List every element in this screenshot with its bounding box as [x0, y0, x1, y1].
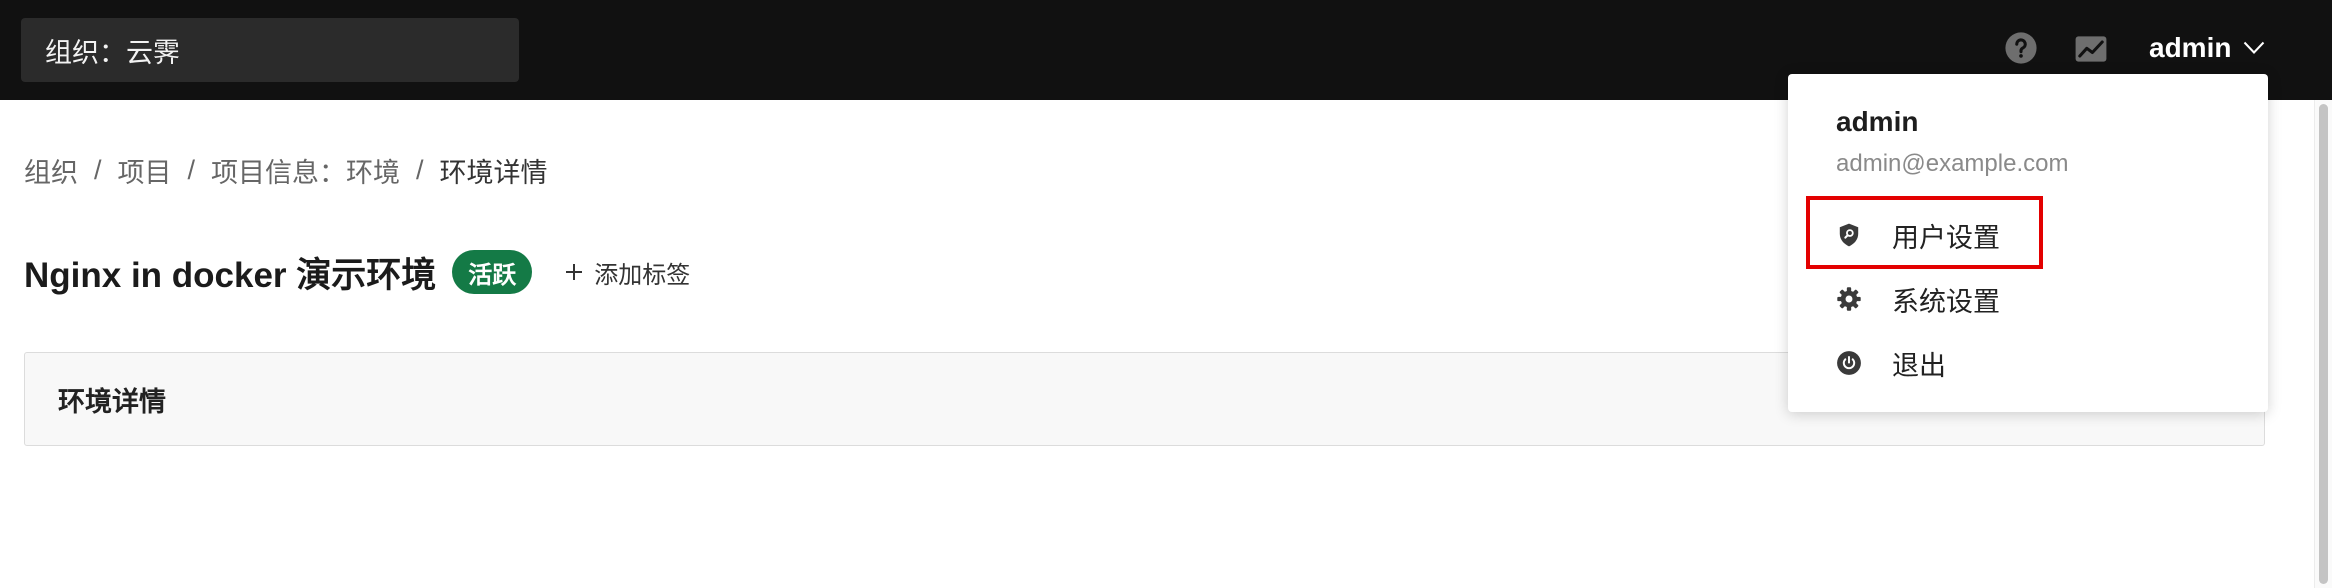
breadcrumb: 组织 / 项目 / 项目信息：环境 / 环境详情 [24, 152, 548, 188]
help-circle-icon[interactable] [2004, 31, 2038, 65]
org-selector[interactable]: 组织：云霁 [21, 18, 519, 82]
breadcrumb-separator: / [94, 154, 102, 185]
add-tag-button[interactable]: 添加标签 [564, 255, 690, 290]
breadcrumb-item-current: 环境详情 [439, 157, 548, 188]
user-menu-toggle[interactable]: admin [2149, 28, 2265, 68]
plus-icon [566, 264, 583, 280]
panel-title: 环境详情 [58, 386, 166, 417]
menu-item-user-settings[interactable]: 用户设置 [1788, 207, 2268, 263]
user-menu-email: admin@example.com [1836, 150, 2069, 177]
breadcrumb-item-project-info[interactable]: 项目信息：环境 [211, 151, 400, 190]
user-dropdown-menu: admin admin@example.com 用户设置 系统设置 退出 [1788, 74, 2268, 412]
add-tag-label: 添加标签 [594, 261, 691, 289]
status-badge: 活跃 [452, 250, 533, 294]
scrollbar-thumb[interactable] [2319, 104, 2328, 584]
menu-item-label: 退出 [1892, 350, 1946, 381]
breadcrumb-item-project[interactable]: 项目 [118, 151, 172, 190]
menu-item-label: 系统设置 [1892, 286, 2000, 317]
user-name: admin [2149, 32, 2232, 63]
chevron-down-icon [2244, 41, 2265, 54]
chart-icon[interactable] [2074, 35, 2108, 63]
page-title: Nginx in docker 演示环境 [24, 255, 437, 295]
breadcrumb-separator: / [416, 154, 424, 185]
breadcrumb-separator: / [187, 154, 196, 185]
title-row: Nginx in docker 演示环境 活跃 添加标签 [24, 246, 690, 298]
shield-search-icon [1839, 223, 1859, 247]
power-icon [1837, 351, 1861, 375]
gear-icon [1837, 287, 1861, 311]
menu-item-system-settings[interactable]: 系统设置 [1788, 271, 2268, 327]
menu-item-label: 用户设置 [1892, 222, 2000, 253]
breadcrumb-item-org[interactable]: 组织 [24, 151, 78, 190]
org-selector-label: 组织：云霁 [45, 37, 180, 68]
user-menu-name: admin [1836, 106, 1919, 137]
menu-item-logout[interactable]: 退出 [1788, 335, 2268, 391]
page-scrollbar[interactable] [2314, 100, 2332, 588]
